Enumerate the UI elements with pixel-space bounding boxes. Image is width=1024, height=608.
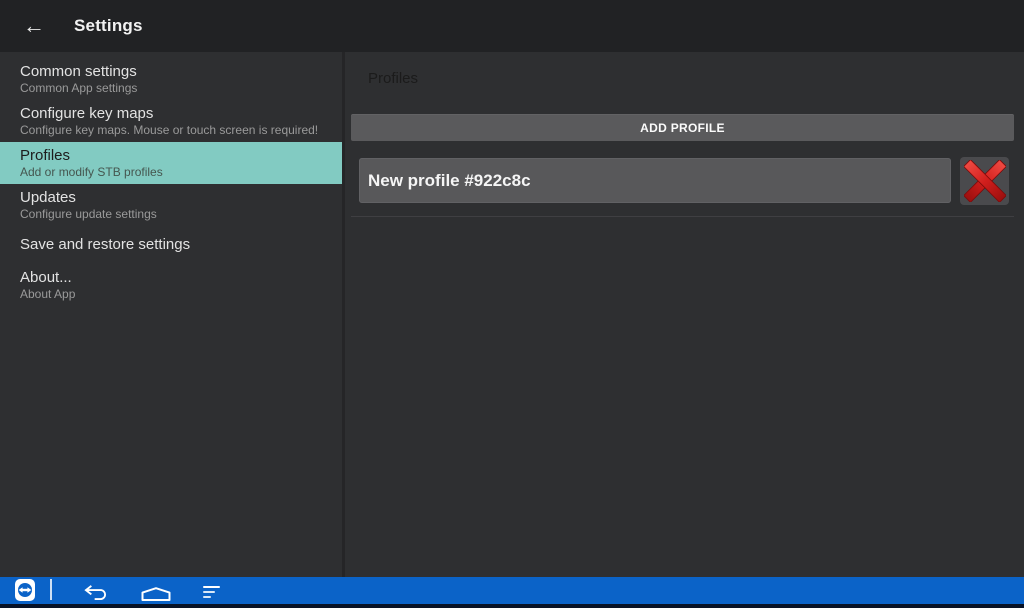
sidebar-item-common-settings[interactable]: Common settings Common App settings: [0, 58, 342, 100]
add-profile-button[interactable]: ADD PROFILE: [351, 114, 1014, 141]
screen-bottom-edge: [0, 604, 1024, 608]
recents-nav-button[interactable]: [203, 586, 227, 599]
sidebar-item-about[interactable]: About... About App: [0, 264, 342, 306]
profiles-panel: Profiles ADD PROFILE New profile #922c8c: [345, 52, 1024, 577]
teamviewer-app-icon[interactable]: [15, 579, 35, 601]
item-subtitle: Configure key maps. Mouse or touch scree…: [20, 123, 328, 137]
item-subtitle: Add or modify STB profiles: [20, 165, 328, 179]
back-arrow-icon[interactable]: ←: [20, 10, 48, 42]
settings-sidebar: Common settings Common App settings Conf…: [0, 52, 342, 577]
recents-icon: [203, 596, 211, 598]
nav-separator: [50, 579, 52, 600]
item-subtitle: Configure update settings: [20, 207, 328, 221]
red-x-icon: [964, 160, 1006, 202]
teamviewer-logo-icon: [15, 579, 35, 601]
recents-icon: [203, 586, 220, 588]
item-title: Configure key maps: [20, 105, 328, 122]
page-title: Settings: [74, 16, 143, 36]
sidebar-item-configure-key-maps[interactable]: Configure key maps Configure key maps. M…: [0, 100, 342, 142]
profile-row-separator: [351, 216, 1014, 217]
sidebar-item-profiles[interactable]: Profiles Add or modify STB profiles: [0, 142, 342, 184]
profile-entry[interactable]: New profile #922c8c: [359, 158, 951, 203]
item-title: Profiles: [20, 147, 328, 164]
home-nav-button[interactable]: [141, 587, 171, 601]
item-title: About...: [20, 269, 328, 286]
recents-icon: [203, 591, 215, 593]
sidebar-item-updates[interactable]: Updates Configure update settings: [0, 184, 342, 226]
item-title: Updates: [20, 189, 328, 206]
panel-header: Profiles: [368, 70, 418, 87]
item-title: Save and restore settings: [20, 236, 328, 253]
item-title: Common settings: [20, 63, 328, 80]
profile-name: New profile #922c8c: [368, 171, 531, 191]
back-icon: [83, 584, 111, 600]
top-action-bar: ← Settings: [0, 0, 1024, 52]
back-nav-button[interactable]: [83, 584, 111, 600]
home-icon: [141, 587, 171, 601]
sidebar-item-save-restore[interactable]: Save and restore settings: [0, 226, 342, 264]
item-subtitle: About App: [20, 287, 328, 301]
item-subtitle: Common App settings: [20, 81, 328, 95]
delete-profile-button[interactable]: [960, 157, 1009, 205]
android-nav-bar: [0, 577, 1024, 604]
back-arrow-glyph: ←: [23, 15, 45, 37]
